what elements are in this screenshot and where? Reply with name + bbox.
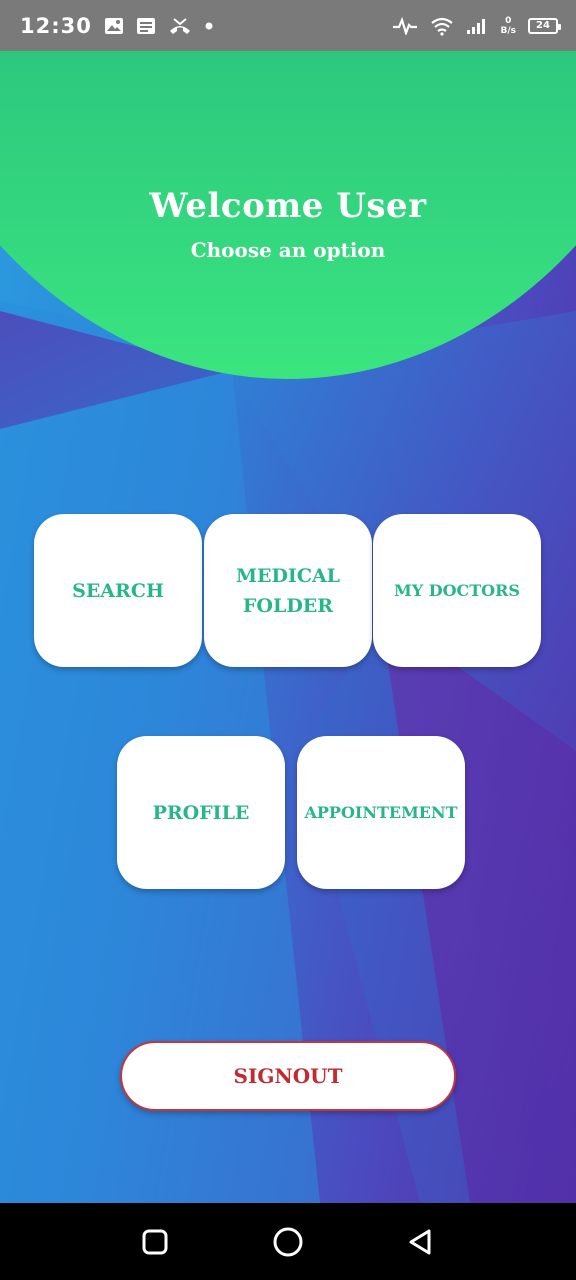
battery-level: 24: [536, 20, 550, 31]
home-icon[interactable]: [268, 1222, 308, 1262]
activity-icon: [392, 16, 418, 35]
signout-button[interactable]: SIGNOUT: [120, 1041, 456, 1111]
status-time: 12:30: [20, 13, 92, 38]
my-doctors-button[interactable]: MY DOCTORS: [373, 514, 541, 667]
medical-folder-button-label: MEDICAL FOLDER: [235, 564, 341, 617]
wifi-icon: [430, 16, 454, 36]
medical-folder-button[interactable]: MEDICAL FOLDER: [204, 514, 372, 667]
message-icon: [136, 17, 156, 35]
navigation-bar: [0, 1203, 576, 1280]
network-speed-unit: B/s: [500, 25, 516, 36]
my-doctors-button-label: MY DOCTORS: [394, 580, 520, 600]
welcome-subtitle: Choose an option: [190, 238, 386, 262]
main-screen: Welcome User Choose an option SEARCH MED…: [0, 51, 576, 1203]
appointement-button-label: APPOINTEMENT: [304, 802, 458, 822]
profile-button[interactable]: PROFILE: [117, 736, 285, 889]
network-speed-value: 0: [505, 15, 512, 26]
profile-button-label: PROFILE: [152, 801, 250, 824]
status-bar-left: 12:30: [20, 14, 214, 38]
header-text: Welcome User Choose an option: [0, 186, 576, 262]
battery-icon: 24: [528, 17, 561, 34]
search-button[interactable]: SEARCH: [34, 514, 202, 667]
welcome-title: Welcome User: [149, 186, 427, 226]
appointement-button[interactable]: APPOINTEMENT: [297, 736, 465, 889]
status-bar: 12:30 0 B/s 24: [0, 0, 576, 51]
gallery-icon: [104, 17, 124, 35]
recent-apps-icon[interactable]: [135, 1222, 175, 1262]
signal-icon: [466, 17, 488, 35]
network-speed: 0 B/s: [500, 16, 516, 36]
search-button-label: SEARCH: [72, 579, 164, 602]
signout-button-label: SIGNOUT: [233, 1064, 343, 1088]
missed-call-icon: [168, 17, 192, 35]
dot-icon: [204, 21, 214, 31]
status-bar-right: 0 B/s 24: [392, 16, 561, 36]
back-icon[interactable]: [401, 1222, 441, 1262]
